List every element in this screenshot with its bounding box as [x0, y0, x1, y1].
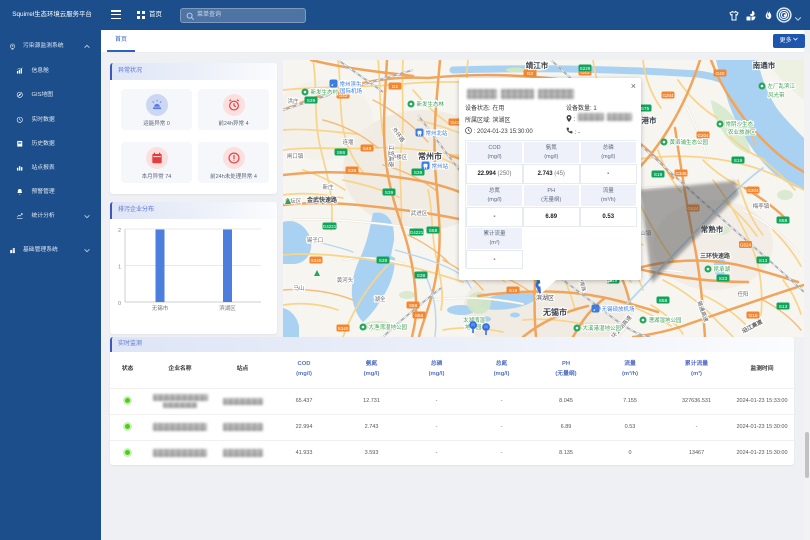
- svg-text:漕湖湿地公园: 漕湖湿地公园: [649, 316, 683, 324]
- svg-text:农业旅游区: 农业旅游区: [728, 128, 756, 136]
- svg-text:S39: S39: [379, 258, 388, 264]
- svg-text:黄泗浦生态公园: 黄泗浦生态公园: [670, 138, 709, 146]
- svg-text:S39: S39: [307, 98, 316, 104]
- svg-text:新发生态林: 新发生态林: [417, 100, 445, 108]
- svg-text:新发生态村: 新发生态村: [311, 88, 339, 96]
- svg-text:S58: S58: [779, 218, 788, 224]
- svg-text:1: 1: [118, 265, 121, 271]
- svg-text:常州北站: 常州北站: [426, 129, 449, 137]
- svg-text:左厂乱滨江: 左厂乱滨江: [768, 82, 796, 90]
- svg-text:S58: S58: [409, 303, 418, 309]
- svg-text:S13: S13: [779, 304, 788, 310]
- svg-text:S38: S38: [348, 168, 357, 174]
- svg-text:南通市: 南通市: [753, 60, 776, 70]
- svg-text:无锡硕放机场: 无锡硕放机场: [602, 305, 636, 313]
- svg-text:S58: S58: [415, 313, 424, 319]
- svg-text:江宜高速: 江宜高速: [387, 145, 395, 168]
- svg-text:无锡市: 无锡市: [152, 304, 169, 312]
- svg-text:S58: S58: [429, 228, 438, 234]
- svg-text:滨湖区: 滨湖区: [219, 304, 236, 312]
- svg-text:S39: S39: [385, 190, 394, 196]
- svg-text:连堰: 连堰: [342, 138, 354, 146]
- svg-text:三环快速路: 三环快速路: [700, 252, 731, 260]
- svg-text:S86: S86: [337, 150, 346, 156]
- svg-text:S340: S340: [338, 326, 349, 331]
- svg-text:S48: S48: [363, 146, 372, 152]
- svg-text:锡子口: 锡子口: [307, 236, 324, 244]
- svg-text:国际机场: 国际机场: [340, 87, 363, 95]
- svg-text:洪庄: 洪庄: [287, 97, 299, 105]
- svg-text:S33: S33: [719, 276, 728, 282]
- svg-text:0: 0: [118, 301, 121, 307]
- svg-text:常阴沙生态: 常阴沙生态: [726, 120, 754, 128]
- svg-text:S340: S340: [311, 258, 322, 263]
- svg-text:S75: S75: [641, 106, 650, 112]
- svg-text:S13: S13: [759, 258, 768, 264]
- svg-text:武进区: 武进区: [411, 209, 428, 217]
- svg-text:S58: S58: [659, 298, 668, 304]
- svg-text:闸口镇: 闸口镇: [287, 152, 304, 160]
- svg-text:G4221: G4221: [410, 230, 424, 235]
- svg-text:湖全: 湖全: [374, 295, 386, 303]
- svg-text:大溪港湿地公园: 大溪港湿地公园: [583, 324, 622, 332]
- svg-text:G40: G40: [715, 71, 724, 77]
- svg-text:黄河头: 黄河头: [337, 276, 354, 284]
- svg-text:G2: G2: [527, 71, 534, 77]
- svg-text:常州市: 常州市: [418, 151, 442, 161]
- svg-text:2: 2: [118, 228, 121, 234]
- svg-text:大渔湾湿地公园: 大渔湾湿地公园: [369, 323, 408, 331]
- svg-text:常州站: 常州站: [432, 162, 449, 170]
- svg-text:S38: S38: [417, 273, 426, 279]
- svg-text:G524: G524: [740, 243, 752, 248]
- svg-text:G2: G2: [392, 84, 399, 90]
- svg-text:S19: S19: [654, 172, 663, 178]
- svg-text:G204: G204: [662, 93, 674, 98]
- svg-text:S229: S229: [580, 66, 591, 71]
- svg-text:金武快速路: 金武快速路: [306, 196, 338, 204]
- svg-text:S39: S39: [414, 170, 423, 176]
- svg-text:风光带: 风光带: [768, 91, 785, 99]
- svg-text:无锡市: 无锡市: [542, 307, 567, 317]
- svg-text:S19: S19: [509, 288, 518, 294]
- svg-text:G204: G204: [747, 188, 759, 193]
- svg-text:G204: G204: [697, 133, 709, 138]
- svg-text:新庄: 新庄: [322, 183, 334, 191]
- svg-text:任阳: 任阳: [737, 290, 748, 298]
- svg-text:梅李镇: 梅李镇: [753, 202, 770, 210]
- svg-text:靖江市: 靖江市: [526, 60, 549, 70]
- svg-text:马山: 马山: [293, 284, 304, 292]
- svg-text:G4221: G4221: [323, 224, 337, 229]
- svg-text:G15: G15: [748, 313, 757, 319]
- svg-text:港市: 港市: [642, 115, 657, 125]
- svg-text:常州滨牛: 常州滨牛: [340, 80, 363, 88]
- svg-text:S19: S19: [734, 158, 743, 164]
- svg-text:昆承湖: 昆承湖: [714, 265, 731, 273]
- svg-text:G346: G346: [675, 171, 687, 176]
